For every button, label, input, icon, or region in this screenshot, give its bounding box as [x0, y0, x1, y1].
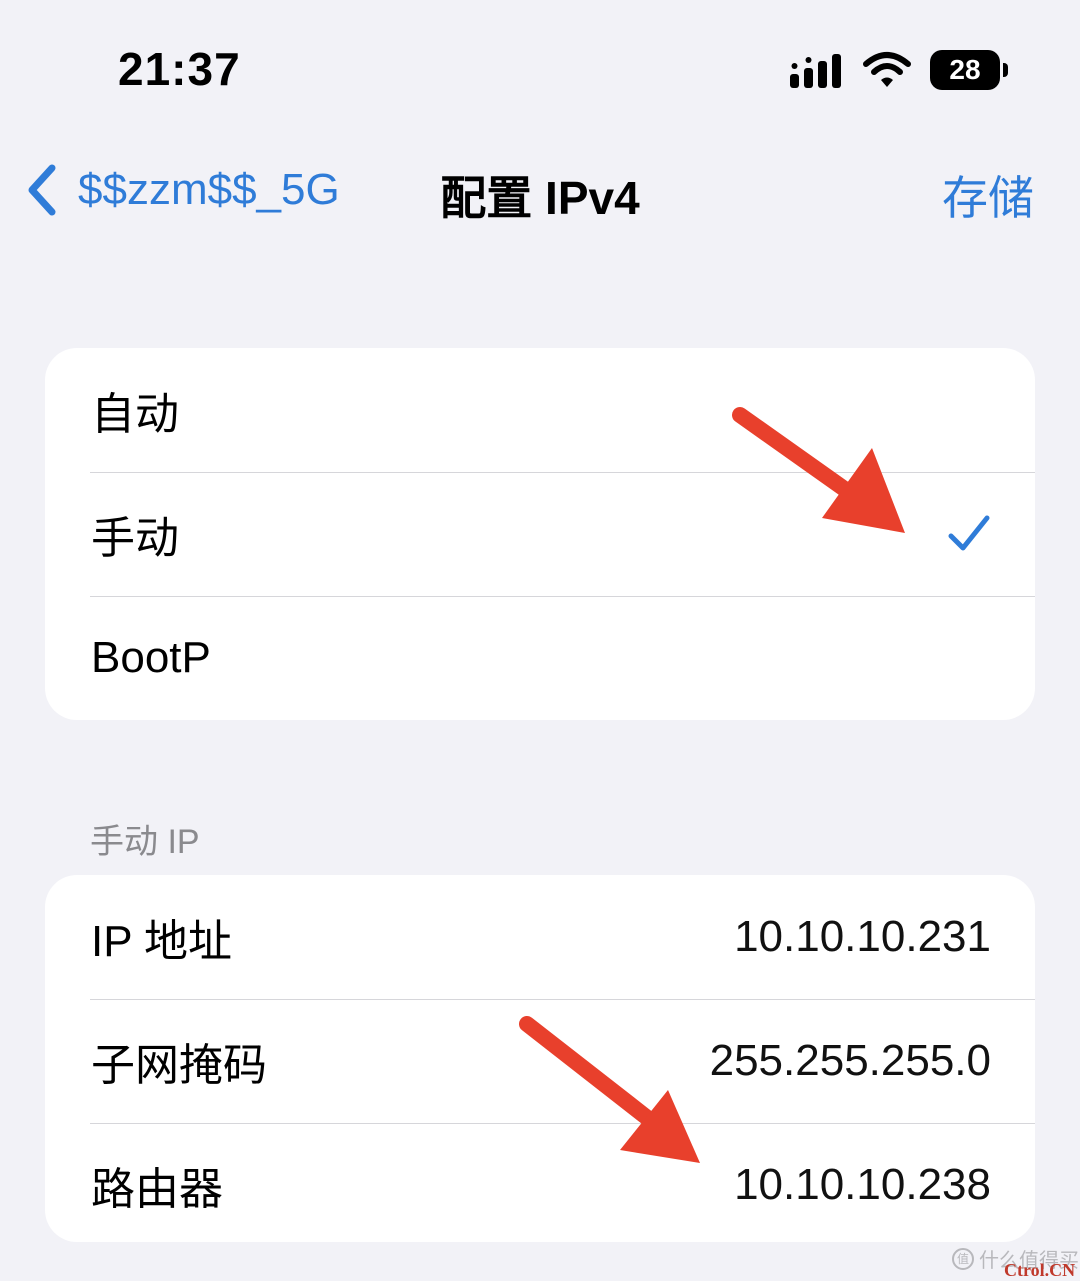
ip-address-label: IP 地址	[91, 917, 233, 966]
page-title: 配置 IPv4	[440, 172, 640, 224]
cellular-signal-icon	[790, 54, 841, 88]
manual-ip-list: IP 地址 10.10.10.231 子网掩码 255.255.255.0 路由…	[45, 875, 1035, 1242]
battery-nub	[1003, 63, 1008, 77]
battery-level: 28	[930, 50, 1000, 90]
back-button-label: $$zzm$$_5G	[78, 165, 340, 214]
subnet-mask-value[interactable]: 255.255.255.0	[710, 1036, 991, 1086]
ipv4-mode-list: 自动 手动 BootP	[45, 348, 1035, 720]
wifi-icon	[863, 52, 911, 87]
status-time: 21:37	[118, 43, 241, 95]
subnet-mask-row[interactable]: 子网掩码 255.255.255.0	[45, 999, 1035, 1123]
smzdm-logo-icon: 值	[952, 1247, 974, 1270]
section-header-manual-ip: 手动 IP	[90, 823, 200, 861]
chevron-left-icon	[28, 164, 56, 216]
router-row[interactable]: 路由器 10.10.10.238	[45, 1123, 1035, 1242]
mode-option-bootp[interactable]: BootP	[45, 596, 1035, 720]
watermark-ctrol: Ctrol.CN	[1004, 1260, 1076, 1280]
checkmark-icon	[948, 515, 990, 551]
router-value[interactable]: 10.10.10.238	[734, 1160, 991, 1210]
status-bar: 21:37 28	[0, 0, 1080, 130]
mode-option-auto[interactable]: 自动	[45, 348, 1035, 472]
router-label: 路由器	[91, 1165, 223, 1214]
mode-option-label: 手动	[91, 514, 179, 563]
ip-address-value[interactable]: 10.10.10.231	[734, 912, 991, 962]
ip-address-row[interactable]: IP 地址 10.10.10.231	[45, 875, 1035, 999]
subnet-mask-label: 子网掩码	[91, 1041, 267, 1090]
mode-option-manual[interactable]: 手动	[45, 472, 1035, 596]
back-button[interactable]: $$zzm$$_5G	[24, 160, 340, 220]
save-button[interactable]: 存储	[942, 162, 1034, 228]
mode-option-label: BootP	[91, 633, 211, 682]
battery-icon: 28	[930, 50, 1010, 90]
mode-option-label: 自动	[91, 390, 179, 439]
